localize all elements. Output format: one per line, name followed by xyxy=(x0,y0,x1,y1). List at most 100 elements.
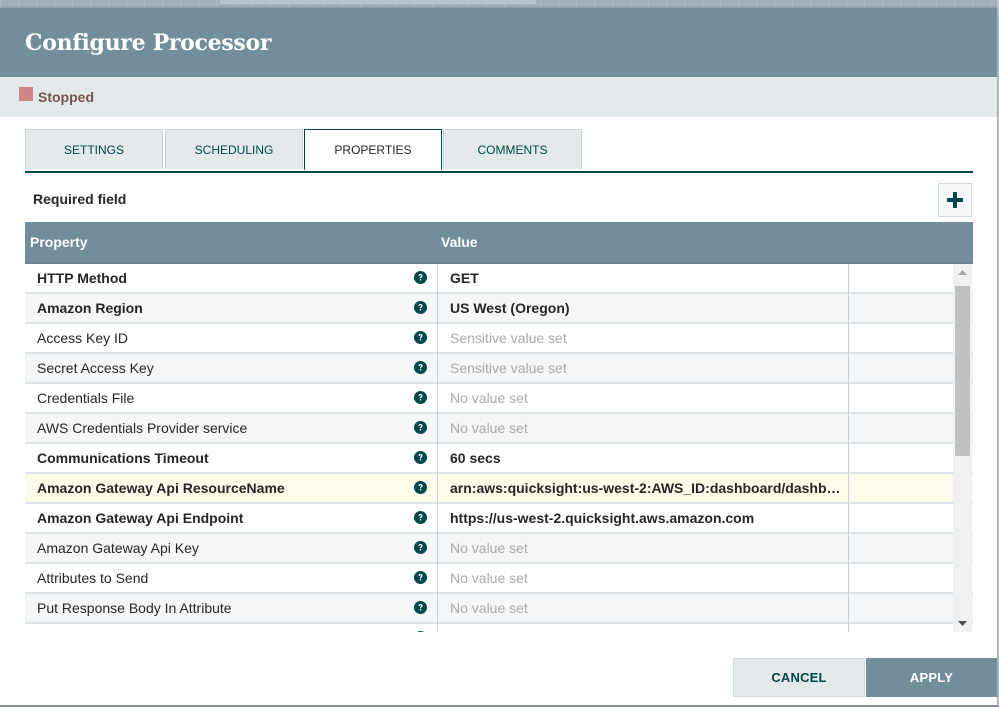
tab-label: COMMENTS xyxy=(477,142,548,157)
column-divider xyxy=(437,384,438,414)
table-header: Property Value xyxy=(25,222,973,264)
question-circle-icon[interactable] xyxy=(414,571,427,584)
column-divider xyxy=(437,294,438,324)
property-value[interactable]: application/j xyxy=(450,630,848,632)
property-row[interactable]: AWS Credentials Provider service No value… xyxy=(25,414,973,444)
column-divider xyxy=(437,474,438,504)
column-divider xyxy=(848,354,849,384)
column-divider xyxy=(848,594,849,624)
tab-label: SCHEDULING xyxy=(194,142,274,157)
question-circle-icon[interactable] xyxy=(414,301,427,314)
property-name: AWS Credentials Provider service xyxy=(37,420,248,436)
question-circle-icon[interactable] xyxy=(414,331,427,344)
property-row[interactable]: Amazon Region US West (Oregon) xyxy=(25,294,973,324)
scroll-down-button[interactable] xyxy=(953,615,972,632)
column-divider xyxy=(437,534,438,564)
question-circle-icon[interactable] xyxy=(414,601,427,614)
column-divider xyxy=(848,534,849,564)
property-name: Secret Access Key xyxy=(37,360,154,376)
question-circle-icon[interactable] xyxy=(414,631,427,632)
property-row[interactable]: Access Key ID Sensitive value set xyxy=(25,324,973,354)
column-divider xyxy=(848,504,849,534)
dialog-title: Configure Processor xyxy=(25,29,272,56)
property-row[interactable]: Credentials File No value set xyxy=(25,384,973,414)
column-divider xyxy=(848,474,849,504)
property-name: Attributes to Send xyxy=(37,570,149,586)
column-divider xyxy=(848,324,849,354)
scrollbar-thumb[interactable] xyxy=(955,286,970,456)
property-name: Access Key ID xyxy=(37,330,129,346)
tab-label: SETTINGS xyxy=(63,142,124,157)
tab-scheduling[interactable]: SCHEDULING xyxy=(165,129,303,169)
question-circle-icon[interactable] xyxy=(414,541,427,554)
property-name: Credentials File xyxy=(37,390,135,406)
required-field-label: Required field xyxy=(33,191,127,207)
property-row[interactable]: Attributes to Send No value set xyxy=(25,564,973,594)
property-row[interactable]: Amazon Gateway Api ResourceName arn:aws:q… xyxy=(25,474,973,504)
property-name: Communications Timeout xyxy=(37,450,209,466)
property-value[interactable]: https://us-west-2.quicksight.aws.amazon.… xyxy=(450,510,848,526)
tab-comments[interactable]: COMMENTS xyxy=(443,129,582,169)
property-value[interactable]: GET xyxy=(450,270,848,286)
column-divider xyxy=(848,624,849,632)
property-value[interactable]: No value set xyxy=(450,570,848,586)
property-row[interactable]: Secret Access Key Sensitive value set xyxy=(25,354,973,384)
dialog-header: Configure Processor xyxy=(0,8,997,77)
question-circle-icon[interactable] xyxy=(414,481,427,494)
column-divider xyxy=(437,564,438,594)
properties-table: Property Value HTTP Method GET Amazon Regi… xyxy=(25,222,973,632)
question-circle-icon[interactable] xyxy=(414,451,427,464)
column-divider xyxy=(437,264,438,294)
plus-icon xyxy=(947,192,963,208)
question-circle-icon[interactable] xyxy=(414,391,427,404)
property-value[interactable]: No value set xyxy=(450,600,848,616)
triangle-up-icon xyxy=(958,270,967,275)
property-row[interactable]: Amazon Gateway Api Key No value set xyxy=(25,534,973,564)
property-value[interactable]: Sensitive value set xyxy=(450,360,848,376)
column-divider xyxy=(437,504,438,534)
column-divider xyxy=(848,264,849,294)
question-circle-icon[interactable] xyxy=(414,511,427,524)
column-divider xyxy=(848,564,849,594)
property-value[interactable]: arn:aws:quicksight:us-west-2:AWS_ID:dash… xyxy=(450,480,848,496)
apply-button[interactable]: APPLY xyxy=(866,658,997,697)
tab-bar: SETTINGS SCHEDULING PROPERTIES COMMENTS xyxy=(25,129,973,173)
question-circle-icon[interactable] xyxy=(414,271,427,284)
property-value[interactable]: No value set xyxy=(450,540,848,556)
add-property-button[interactable] xyxy=(938,183,972,217)
property-value[interactable]: No value set xyxy=(450,420,848,436)
tab-label: PROPERTIES xyxy=(334,142,412,157)
column-divider xyxy=(848,444,849,474)
status-bar: Stopped xyxy=(0,77,997,117)
column-header-value[interactable]: Value xyxy=(441,234,478,250)
tab-settings[interactable]: SETTINGS xyxy=(25,129,163,169)
column-divider xyxy=(437,354,438,384)
cancel-button[interactable]: CANCEL xyxy=(733,658,865,697)
column-divider xyxy=(437,444,438,474)
property-value[interactable]: US West (Oregon) xyxy=(450,300,848,316)
property-row[interactable]: Content-Type application/j xyxy=(25,624,973,632)
column-header-property[interactable]: Property xyxy=(30,234,88,250)
property-value[interactable]: 60 secs xyxy=(450,450,848,466)
table-body: HTTP Method GET Amazon Region US West (Oreg… xyxy=(25,264,973,632)
property-name: Amazon Gateway Api Endpoint xyxy=(37,510,244,526)
property-value[interactable]: Sensitive value set xyxy=(450,330,848,346)
background-canvas-element xyxy=(220,0,536,4)
property-value[interactable]: No value set xyxy=(450,390,848,406)
property-row[interactable]: Put Response Body In Attribute No value s… xyxy=(25,594,973,624)
question-circle-icon[interactable] xyxy=(414,421,427,434)
column-divider xyxy=(437,414,438,444)
property-name: Amazon Gateway Api Key xyxy=(37,540,199,556)
table-scrollbar[interactable] xyxy=(953,264,972,632)
property-row[interactable]: Communications Timeout 60 secs xyxy=(25,444,973,474)
property-row[interactable]: Amazon Gateway Api Endpoint https://us-we… xyxy=(25,504,973,534)
property-name: Put Response Body In Attribute xyxy=(37,600,232,616)
column-divider xyxy=(437,624,438,632)
tab-properties[interactable]: PROPERTIES xyxy=(304,129,442,171)
scroll-up-button[interactable] xyxy=(953,264,972,281)
column-divider xyxy=(848,294,849,324)
column-divider xyxy=(437,324,438,354)
property-row[interactable]: HTTP Method GET xyxy=(25,264,973,294)
property-name: Amazon Gateway Api ResourceName xyxy=(37,480,285,496)
question-circle-icon[interactable] xyxy=(414,361,427,374)
